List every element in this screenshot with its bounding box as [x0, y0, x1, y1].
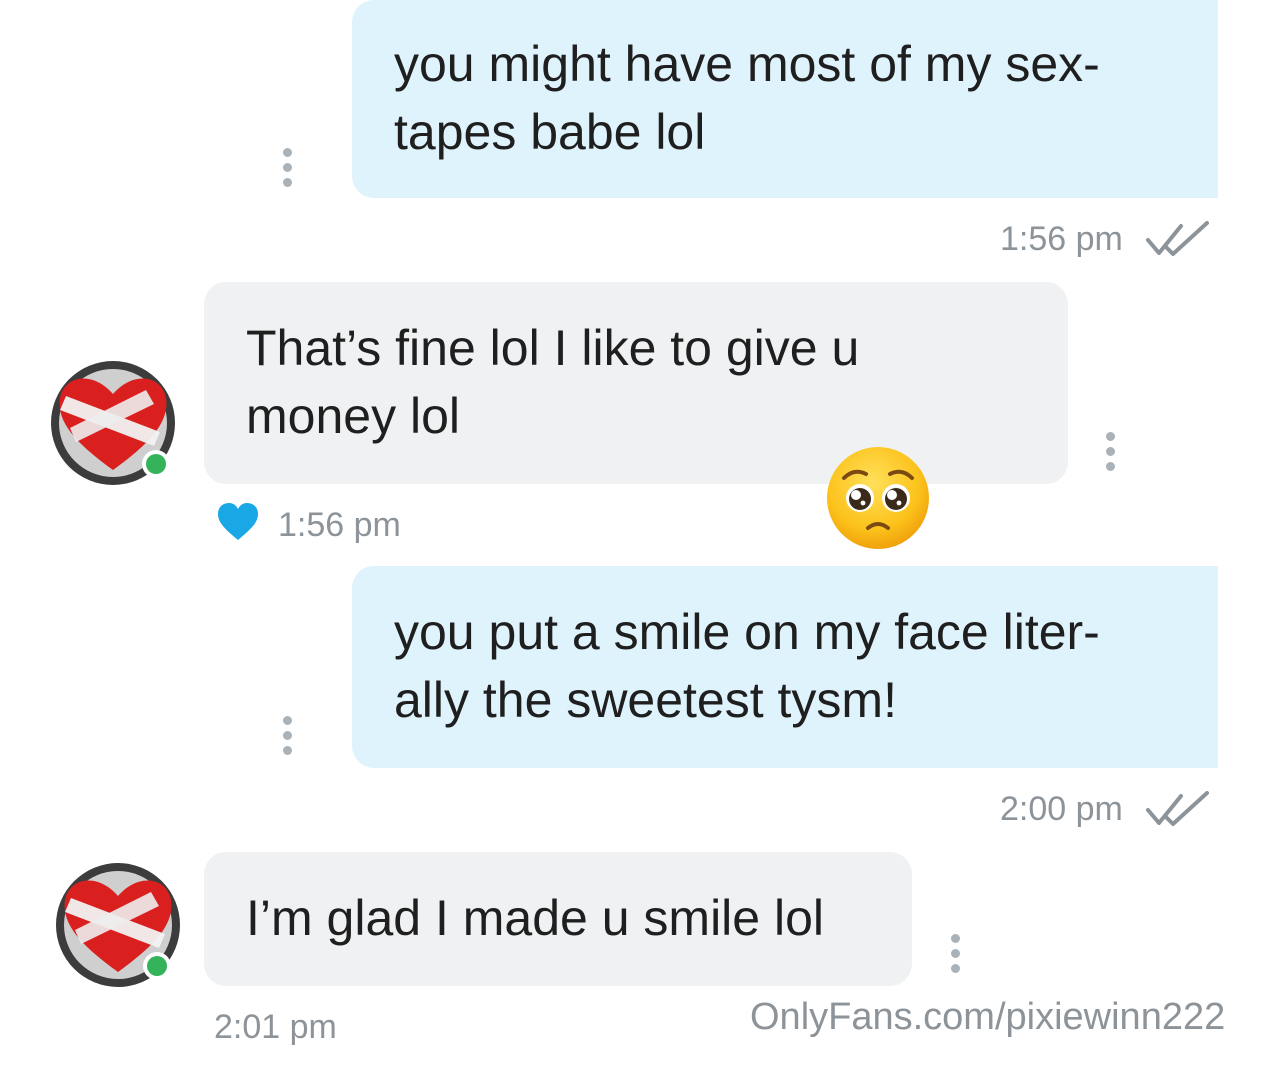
message-options-button[interactable] — [1105, 432, 1115, 472]
pleading-face-emoji-icon[interactable] — [824, 444, 932, 552]
dot — [1106, 447, 1115, 456]
dot — [1106, 432, 1115, 441]
message-text-line: you might have most of my sex- — [394, 36, 1100, 92]
watermark-text: OnlyFans.com/pixiewinn222 — [750, 996, 1226, 1038]
avatar[interactable] — [50, 360, 176, 486]
message-text-line: ally the sweetest tysm! — [394, 672, 897, 728]
message-options-button[interactable] — [282, 716, 292, 756]
dot — [283, 716, 292, 725]
online-status-dot — [147, 956, 167, 976]
message-text-line: That’s fine lol I like to give u — [246, 320, 860, 376]
dot — [283, 731, 292, 740]
message-text-line: I’m glad I made u smile lol — [246, 890, 825, 946]
dot — [283, 178, 292, 187]
message-text-line: you put a smile on my face liter- — [394, 604, 1100, 660]
received-message-bubble[interactable]: I’m glad I made u smile lol — [204, 852, 912, 986]
dot — [283, 163, 292, 172]
double-check-icon — [1146, 221, 1209, 256]
dot — [283, 148, 292, 157]
dot — [951, 964, 960, 973]
message-options-button[interactable] — [282, 148, 292, 188]
received-message-bubble[interactable]: That’s fine lol I like to give u money l… — [204, 282, 1068, 484]
message-timestamp: 2:01 pm — [214, 1008, 337, 1046]
dot — [283, 746, 292, 755]
message-options-button[interactable] — [950, 934, 960, 974]
dot — [1106, 462, 1115, 471]
message-timestamp: 1:56 pm — [278, 506, 401, 544]
message-text-line: tapes babe lol — [394, 104, 706, 160]
message-timestamp: 2:00 pm — [1000, 790, 1123, 828]
sent-message-bubble[interactable]: you put a smile on my face liter- ally t… — [352, 566, 1218, 768]
online-status-dot — [146, 454, 166, 474]
double-check-icon — [1146, 791, 1209, 826]
message-timestamp: 1:56 pm — [1000, 220, 1123, 258]
message-text-line: money lol — [246, 388, 460, 444]
avatar[interactable] — [55, 862, 181, 988]
dot — [951, 949, 960, 958]
sent-message-bubble[interactable]: you might have most of my sex- tapes bab… — [352, 0, 1218, 198]
dot — [951, 934, 960, 943]
like-heart-icon[interactable] — [216, 502, 260, 542]
